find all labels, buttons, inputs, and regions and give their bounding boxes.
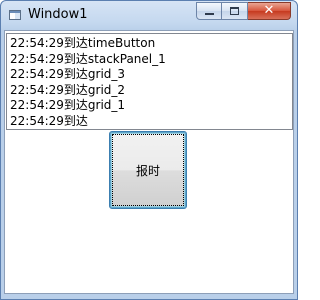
log-line: 22:54:29到达timeButton (10, 36, 156, 50)
window-title: Window1 (28, 7, 88, 22)
report-time-button[interactable]: 报时 (109, 131, 187, 209)
report-time-label: 报时 (135, 163, 160, 178)
close-icon: ✕ (263, 3, 275, 18)
log-line: 22:54:29到达grid_2 (10, 82, 126, 97)
log-line: 22:54:29到达grid_1 (10, 98, 126, 112)
log-line: 22:54:29到达stackPanel_1 (10, 51, 166, 66)
window-icon[interactable] (9, 10, 21, 20)
title-bar[interactable]: Window1 ✕ (1, 1, 297, 31)
maximize-icon (230, 7, 239, 15)
close-button[interactable]: ✕ (248, 2, 291, 20)
log-textbox[interactable]: 22:54:29到达timeButton 22:54:29到达stackPane… (6, 33, 293, 130)
minimize-button[interactable] (196, 2, 222, 20)
log-line: 22:54:29到达 (10, 113, 88, 128)
client-area: 22:54:29到达timeButton 22:54:29到达stackPane… (4, 30, 294, 294)
log-line: 22:54:29到达grid_3 (10, 67, 126, 81)
maximize-button[interactable] (222, 2, 248, 20)
caption-buttons: ✕ (196, 2, 291, 21)
app-window: Window1 ✕ 22:54:29到达timeButton 22:54:29到… (0, 0, 298, 300)
minimize-icon (205, 13, 214, 15)
